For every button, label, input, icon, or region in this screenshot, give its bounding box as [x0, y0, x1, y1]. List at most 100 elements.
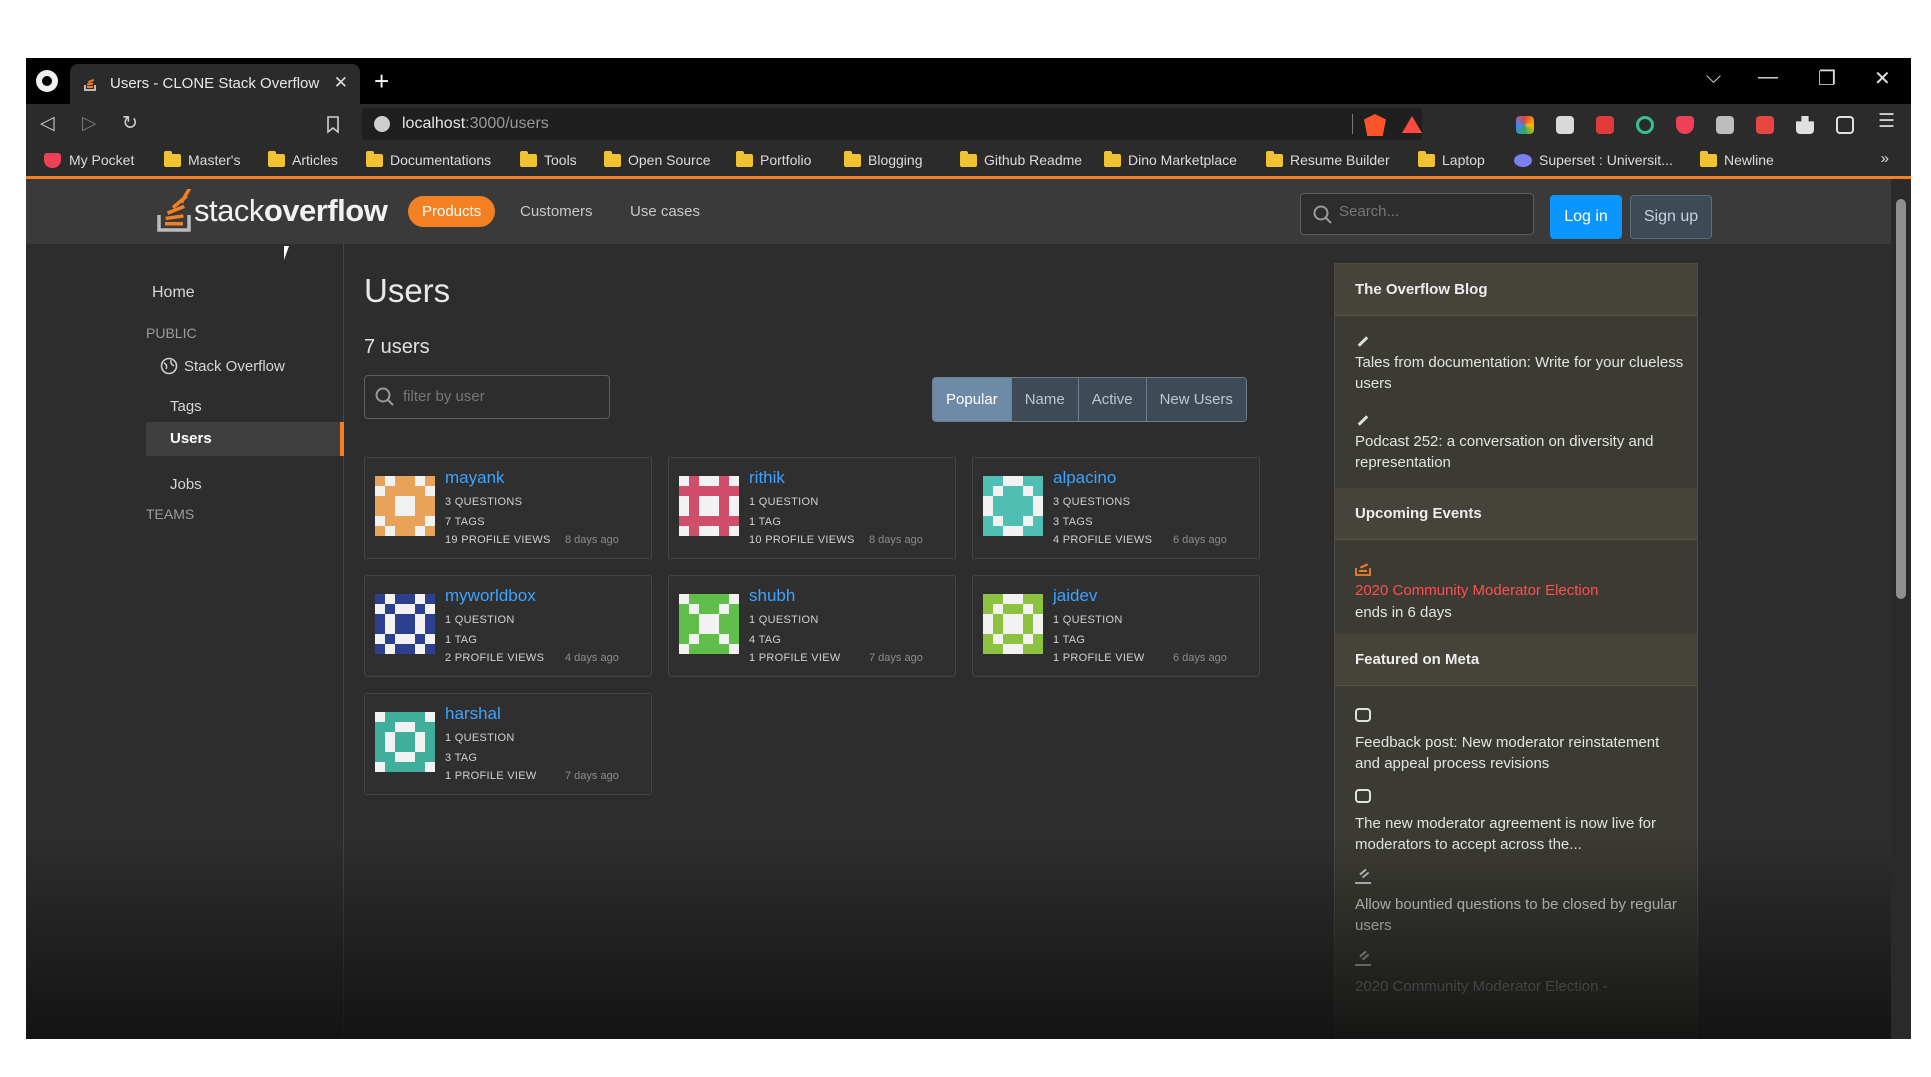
sidebar-item-home[interactable]: Home — [152, 284, 195, 302]
sort-new-users-tab[interactable]: New Users — [1146, 378, 1246, 421]
sidebar-section-teams[interactable]: TEAMS — [146, 506, 194, 522]
bookmark-icon[interactable] — [326, 116, 340, 134]
window-close-icon[interactable]: ✕ — [1874, 66, 1891, 91]
bookmark-masters[interactable]: Master's — [164, 150, 240, 168]
new-tab-button[interactable]: + — [374, 66, 389, 97]
event-link[interactable]: 2020 Community Moderator Election — [1355, 580, 1685, 601]
signup-button[interactable]: Sign up — [1630, 195, 1712, 239]
bookmarks-overflow-icon[interactable]: » — [1881, 150, 1889, 167]
meta-post-link[interactable]: Feedback post: New moderator reinstateme… — [1355, 732, 1685, 774]
web-page: stackoverflow Products Customers Use cas… — [26, 179, 1891, 1039]
sort-popular-tab[interactable]: Popular — [933, 378, 1012, 421]
meta-post-link[interactable]: 2020 Community Moderator Election - — [1355, 976, 1685, 997]
user-name-link[interactable]: shubh — [749, 586, 795, 606]
user-count: 7 users — [364, 336, 430, 358]
extension-calendar-icon[interactable] — [1596, 116, 1614, 134]
user-avatar[interactable] — [679, 476, 739, 536]
user-name-link[interactable]: rithik — [749, 468, 785, 488]
sort-active-tab[interactable]: Active — [1078, 378, 1147, 421]
extension-target-icon[interactable] — [1636, 116, 1654, 134]
user-avatar[interactable] — [375, 712, 435, 772]
user-tags: 7 TAGS — [445, 516, 485, 528]
browser-tab[interactable]: Users - CLONE Stack Overflow ✕ — [70, 64, 360, 104]
user-avatar[interactable] — [375, 476, 435, 536]
chat-bubble-icon — [1355, 708, 1371, 722]
page-scrollbar[interactable] — [1891, 179, 1911, 1039]
user-avatar[interactable] — [983, 476, 1043, 536]
bookmark-laptop[interactable]: Laptop — [1418, 150, 1485, 168]
bookmark-articles[interactable]: Articles — [268, 150, 338, 168]
forward-icon[interactable]: ▷ — [82, 112, 97, 135]
extension-color-icon[interactable] — [1516, 116, 1534, 134]
user-name-link[interactable]: myworldbox — [445, 586, 536, 606]
sidebar-item-stack-overflow[interactable]: Stack Overflow — [160, 357, 285, 375]
user-card[interactable]: shubh 1 QUESTION 4 TAG 1 PROFILE VIEW 7 days… — [668, 575, 956, 677]
stackoverflow-logo[interactable]: stackoverflow — [156, 189, 388, 233]
meta-post-link[interactable]: The new moderator agreement is now live … — [1355, 813, 1685, 855]
bookmark-superset[interactable]: Superset : Universit... — [1514, 152, 1673, 168]
extension-notes-icon[interactable] — [1556, 116, 1574, 134]
filter-user-input[interactable] — [403, 388, 603, 405]
user-card[interactable]: myworldbox 1 QUESTION 1 TAG 2 PROFILE VIEWS… — [364, 575, 652, 677]
bookmark-portfolio[interactable]: Portfolio — [736, 150, 811, 168]
user-name-link[interactable]: mayank — [445, 468, 505, 488]
user-questions: 1 QUESTION — [749, 496, 819, 508]
meta-post-link[interactable]: Allow bountied questions to be closed by… — [1355, 894, 1685, 936]
bookmark-resume-builder[interactable]: Resume Builder — [1266, 150, 1390, 168]
search-box[interactable] — [1300, 193, 1534, 235]
customers-link[interactable]: Customers — [520, 203, 593, 220]
bookmark-blogging[interactable]: Blogging — [844, 150, 923, 168]
minimize-icon[interactable]: — — [1758, 66, 1778, 89]
extensions-puzzle-icon[interactable] — [1796, 116, 1814, 134]
user-card[interactable]: jaidev 1 QUESTION 1 TAG 1 PROFILE VIEW 6 day… — [972, 575, 1260, 677]
maximize-icon[interactable]: ❐ — [1818, 66, 1836, 91]
user-tags: 1 TAG — [749, 516, 782, 528]
bookmark-tools[interactable]: Tools — [520, 150, 577, 168]
user-name-link[interactable]: jaidev — [1053, 586, 1097, 606]
products-button[interactable]: Products — [408, 196, 496, 227]
pocket-icon — [44, 152, 61, 168]
pocket-extension-icon[interactable] — [1676, 116, 1694, 134]
brave-rewards-icon[interactable] — [1402, 116, 1422, 133]
tab-close-icon[interactable]: ✕ — [334, 73, 348, 93]
bookmark-my-pocket[interactable]: My Pocket — [44, 152, 134, 168]
bookmark-open-source[interactable]: Open Source — [604, 150, 711, 168]
user-card[interactable]: harshal 1 QUESTION 3 TAG 1 PROFILE VIEW 7 da… — [364, 693, 652, 795]
scrollbar-thumb[interactable] — [1896, 199, 1906, 599]
extension-copy-icon[interactable] — [1716, 116, 1734, 134]
address-bar[interactable]: localhost:3000/users — [362, 108, 1422, 140]
user-card[interactable]: mayank 3 QUESTIONS 7 TAGS 19 PROFILE VIEWS 8… — [364, 457, 652, 559]
blog-post-link[interactable]: Tales from documentation: Write for your… — [1355, 352, 1685, 394]
user-avatar[interactable] — [375, 594, 435, 654]
sidebar-item-jobs[interactable]: Jobs — [170, 476, 202, 493]
bookmark-github-readme[interactable]: Github Readme — [960, 150, 1082, 168]
brave-shields-icon[interactable] — [1364, 114, 1386, 136]
user-questions: 1 QUESTION — [1053, 614, 1123, 626]
user-card[interactable]: rithik 1 QUESTION 1 TAG 10 PROFILE VIEWS 8 d… — [668, 457, 956, 559]
github-icon[interactable] — [36, 70, 58, 92]
bookmark-newline[interactable]: Newline — [1700, 150, 1774, 168]
wallet-icon[interactable] — [1836, 116, 1854, 134]
sort-name-tab[interactable]: Name — [1011, 378, 1079, 421]
extension-tp-icon[interactable] — [1756, 116, 1774, 134]
filter-box[interactable] — [364, 375, 610, 419]
tab-search-icon[interactable]: ⌵ — [1706, 66, 1721, 89]
login-button[interactable]: Log in — [1550, 195, 1622, 239]
user-card[interactable]: alpacino 3 QUESTIONS 3 TAGS 4 PROFILE VIEWS… — [972, 457, 1260, 559]
folder-icon — [1266, 150, 1283, 167]
user-name-link[interactable]: alpacino — [1053, 468, 1116, 488]
back-icon[interactable]: ◁ — [40, 112, 55, 135]
bookmark-dino-marketplace[interactable]: Dino Marketplace — [1104, 150, 1237, 168]
search-input[interactable] — [1339, 203, 1519, 220]
sidebar-item-users[interactable]: Users — [146, 422, 344, 456]
user-avatar[interactable] — [983, 594, 1043, 654]
sidebar-item-tags[interactable]: Tags — [170, 398, 202, 415]
user-avatar[interactable] — [679, 594, 739, 654]
blog-post-link[interactable]: Podcast 252: a conversation on diversity… — [1355, 431, 1685, 473]
menu-icon[interactable]: ☰ — [1878, 110, 1895, 133]
bookmark-documentations[interactable]: Documentations — [366, 150, 491, 168]
reload-icon[interactable]: ↻ — [122, 112, 138, 135]
user-name-link[interactable]: harshal — [445, 704, 501, 724]
site-info-icon[interactable] — [374, 116, 390, 132]
use-cases-link[interactable]: Use cases — [630, 203, 700, 220]
